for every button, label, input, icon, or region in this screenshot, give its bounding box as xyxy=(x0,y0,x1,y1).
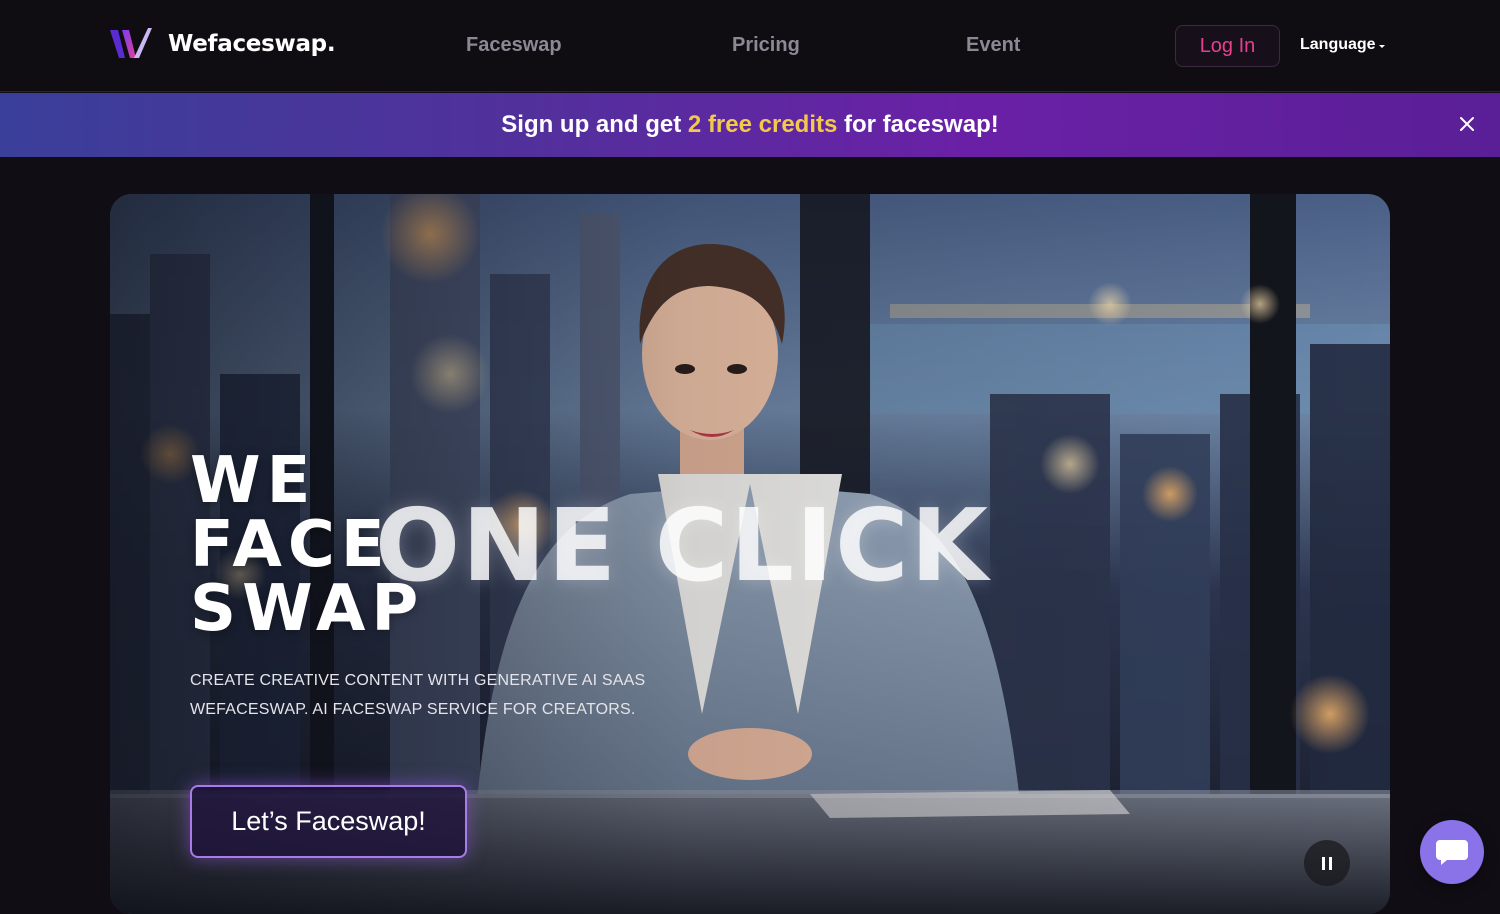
promo-highlight: 2 free credits xyxy=(687,111,838,138)
promo-text: Sign up and get 2 free credits for faces… xyxy=(501,111,998,139)
chat-widget-button[interactable] xyxy=(1420,820,1484,884)
close-icon[interactable] xyxy=(1456,113,1478,135)
login-button[interactable]: Log In xyxy=(1175,25,1280,67)
hero-section: WE FACE SWAP ONE CLICK CREATE CREATIVE C… xyxy=(110,194,1390,914)
language-selector[interactable]: Language xyxy=(1300,36,1385,54)
lets-faceswap-button[interactable]: Let’s Faceswap! xyxy=(190,785,467,858)
nav-event[interactable]: Event xyxy=(966,34,1020,57)
site-header: Wefaceswap. Faceswap Pricing Event Log I… xyxy=(0,0,1500,92)
caret-down-icon xyxy=(1378,44,1385,48)
promo-text-end: for faceswap! xyxy=(837,111,999,138)
hero-subtitle-line: WEFACESWAP. AI FACESWAP SERVICE FOR CREA… xyxy=(190,701,636,718)
nav-faceswap[interactable]: Faceswap xyxy=(466,34,562,57)
promo-banner: Sign up and get 2 free credits for faces… xyxy=(0,93,1500,157)
video-pause-button[interactable] xyxy=(1304,840,1350,886)
hero-subtitle: CREATE CREATIVE CONTENT WITH GENERATIVE … xyxy=(190,666,670,724)
nav-pricing[interactable]: Pricing xyxy=(732,34,800,57)
chat-bubble-icon xyxy=(1436,840,1468,865)
pause-icon xyxy=(1320,856,1334,870)
hero-overlay-text: ONE CLICK xyxy=(375,487,991,604)
w-logo-icon xyxy=(110,28,152,58)
promo-text-start: Sign up and get xyxy=(501,111,688,138)
site-logo[interactable]: Wefaceswap. xyxy=(108,26,336,62)
hero-subtitle-line: CREATE CREATIVE CONTENT WITH GENERATIVE … xyxy=(190,672,646,689)
logo-text: Wefaceswap. xyxy=(168,31,336,57)
language-label: Language xyxy=(1300,36,1376,53)
